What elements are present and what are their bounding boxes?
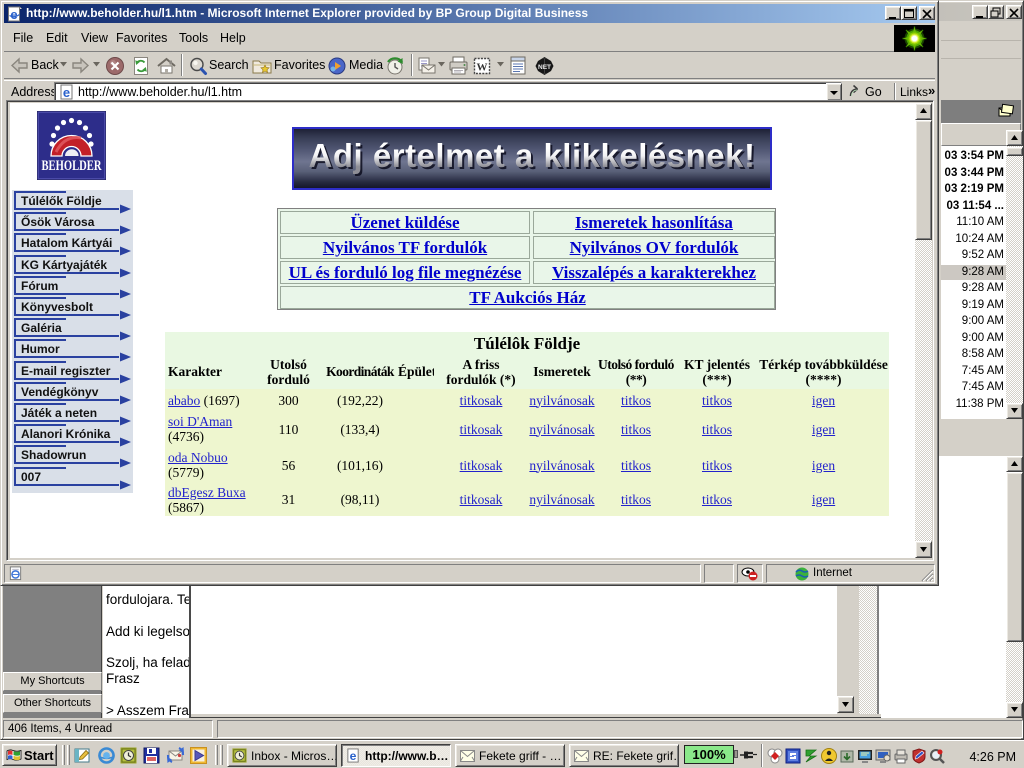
svg-text:e: e [350, 749, 357, 763]
svg-text:W: W [477, 62, 488, 74]
svg-text:e: e [63, 85, 70, 100]
svg-text:e: e [10, 7, 17, 22]
svg-text:NET: NET [538, 64, 551, 71]
svg-text:BEHOLDER: BEHOLDER [42, 158, 102, 174]
